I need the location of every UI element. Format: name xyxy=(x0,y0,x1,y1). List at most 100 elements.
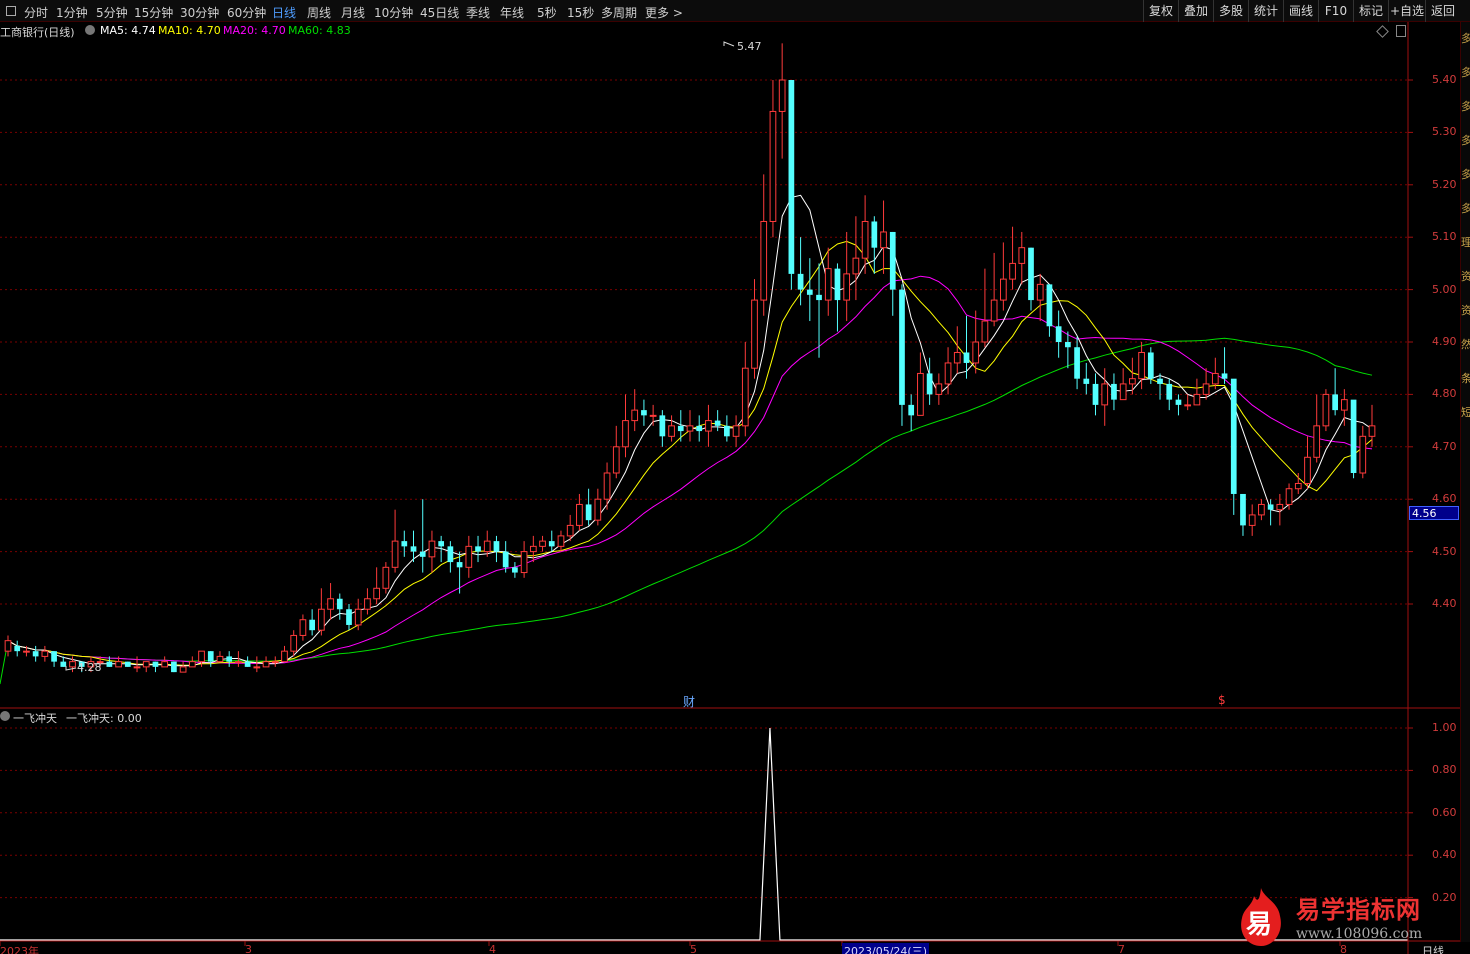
candle xyxy=(926,357,933,405)
candle-body xyxy=(391,540,399,568)
toolbar-button-7[interactable]: +自选 xyxy=(1388,0,1425,22)
candle-body xyxy=(373,587,381,600)
candle xyxy=(769,80,777,238)
candle-body xyxy=(1166,383,1173,400)
candle-body xyxy=(1368,425,1376,437)
period-tab-14[interactable]: 15秒 xyxy=(567,4,594,21)
stock-title: 工商银行(日线) xyxy=(0,26,75,39)
candle xyxy=(641,399,647,426)
indicator-signal-line xyxy=(0,727,1408,941)
candle-body xyxy=(1046,284,1053,327)
candle xyxy=(1018,231,1026,285)
candle xyxy=(539,535,546,552)
candle xyxy=(788,80,795,290)
price-axis-label: 4.70 xyxy=(1432,439,1457,453)
period-tab-8[interactable]: 月线 xyxy=(341,4,365,21)
candle-body xyxy=(1065,342,1071,348)
candle xyxy=(603,462,611,510)
toolbar-button-1[interactable]: 叠加 xyxy=(1178,0,1213,22)
period-tab-2[interactable]: 5分钟 xyxy=(96,4,128,21)
candle-body xyxy=(908,404,915,416)
candle-body xyxy=(631,409,639,422)
indicator-axis-label: 0.80 xyxy=(1432,763,1457,777)
candle xyxy=(548,530,555,552)
period-tab-12[interactable]: 年线 xyxy=(500,4,524,21)
indicator-toggle-icon[interactable] xyxy=(0,711,10,721)
candle-body xyxy=(456,562,463,568)
candle xyxy=(1055,310,1062,358)
candle-body xyxy=(262,661,270,668)
candle-body xyxy=(198,650,205,663)
price-axis-label: 4.90 xyxy=(1432,335,1457,348)
high-marker-text: 5.47 xyxy=(737,40,762,53)
candle xyxy=(1359,425,1367,479)
period-tab-10[interactable]: 45日线 xyxy=(420,4,459,21)
candle xyxy=(171,661,177,673)
period-tab-13[interactable]: 5秒 xyxy=(537,4,557,21)
candle-body xyxy=(309,619,315,631)
ma60-line xyxy=(0,337,1373,685)
period-tab-5[interactable]: 60分钟 xyxy=(227,4,266,21)
legend-toggle-icon[interactable] xyxy=(85,25,95,35)
candle-body xyxy=(566,524,574,537)
candle-body xyxy=(1230,378,1237,494)
indicator-axis-label: 1.00 xyxy=(1432,721,1457,734)
candle xyxy=(622,394,629,458)
candle xyxy=(1074,336,1080,390)
candle xyxy=(1166,378,1173,411)
period-tab-6[interactable]: 日线 xyxy=(272,4,296,21)
candle xyxy=(972,310,980,374)
date-axis-label: 2023年 xyxy=(0,945,39,954)
candle xyxy=(705,404,712,447)
candle xyxy=(317,588,325,636)
candle xyxy=(1111,373,1117,411)
current-price-value: 4.56 xyxy=(1412,507,1437,520)
period-tab-15[interactable]: 多周期 xyxy=(601,4,637,21)
candle xyxy=(871,216,878,274)
candle xyxy=(1175,394,1182,416)
candle xyxy=(364,588,371,615)
chart-expand-icon[interactable] xyxy=(1396,25,1406,37)
home-grid-icon[interactable] xyxy=(6,6,16,16)
period-tab-11[interactable]: 季线 xyxy=(466,4,490,21)
price-axis-label: 4.60 xyxy=(1432,492,1457,506)
candle-body xyxy=(299,619,307,636)
candle xyxy=(1036,273,1044,322)
candle xyxy=(1147,347,1154,384)
candle-body xyxy=(179,666,187,673)
candle xyxy=(594,488,602,526)
candle-body xyxy=(953,351,961,364)
candle-body xyxy=(1147,352,1154,379)
toolbar-button-4[interactable]: 画线 xyxy=(1283,0,1318,22)
candle xyxy=(899,284,905,426)
toolbar-button-8[interactable]: 返回 xyxy=(1425,0,1460,22)
toolbar-button-5[interactable]: F10 xyxy=(1318,0,1353,22)
period-tab-16[interactable]: 更多 > xyxy=(645,4,683,21)
finance-event-marker[interactable]: 财 xyxy=(683,693,695,710)
toolbar-button-2[interactable]: 多股 xyxy=(1213,0,1248,22)
toolbar-button-0[interactable]: 复权 xyxy=(1143,0,1178,22)
candle xyxy=(419,499,426,573)
candle-body xyxy=(401,541,408,547)
toolbar-button-6[interactable]: 标记 xyxy=(1353,0,1388,22)
period-tab-7[interactable]: 周线 xyxy=(307,4,331,21)
candle-body xyxy=(1221,373,1228,379)
period-tab-1[interactable]: 1分钟 xyxy=(56,4,88,21)
indicator-line xyxy=(0,727,1408,941)
candle-body xyxy=(346,609,352,625)
candle-body xyxy=(382,566,390,589)
toolbar-button-3[interactable]: 统计 xyxy=(1248,0,1283,22)
period-tab-9[interactable]: 10分钟 xyxy=(374,4,413,21)
date-axis-label: 7 xyxy=(1118,943,1125,954)
right-sidebar-strip[interactable]: 多多多多多多理资资然条短 xyxy=(1460,22,1470,942)
price-axis-label: 4.80 xyxy=(1432,387,1457,401)
watermark-title: 易学指标网 xyxy=(1296,896,1421,924)
period-tab-4[interactable]: 30分钟 xyxy=(180,4,219,21)
period-tab-0[interactable]: 分时 xyxy=(24,4,48,21)
dividend-event-marker[interactable]: $ xyxy=(1218,693,1226,707)
candle-body xyxy=(1138,351,1145,380)
period-tab-3[interactable]: 15分钟 xyxy=(134,4,173,21)
candle xyxy=(14,640,21,657)
kline-chart-canvas[interactable] xyxy=(0,0,1470,954)
candle-body xyxy=(51,651,57,662)
